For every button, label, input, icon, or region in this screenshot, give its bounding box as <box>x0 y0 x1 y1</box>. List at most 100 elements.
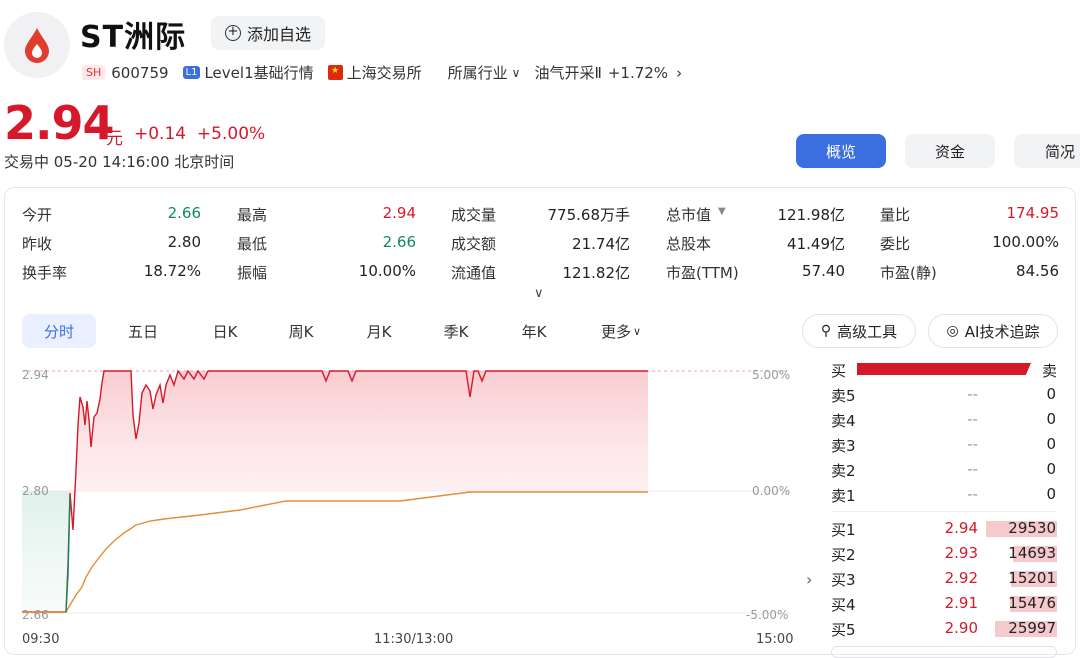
stat-value: 174.95 <box>1006 204 1060 222</box>
ask-price: -- <box>967 385 978 403</box>
bid-label: 买3 <box>831 571 856 589</box>
intraday-chart[interactable] <box>0 355 800 655</box>
stat-label: 换手率 <box>22 264 68 282</box>
x-label-end: 15:00 <box>756 632 794 647</box>
y-label-bottom: 2.66 <box>22 608 49 622</box>
stat-value: 2.94 <box>382 204 416 222</box>
y-label-mid: 2.80 <box>22 484 49 498</box>
change-value: +0.14 <box>134 124 187 144</box>
ask-volume: 0 <box>1046 485 1056 503</box>
bid-price: 2.92 <box>944 569 978 587</box>
tab-funds[interactable]: 资金 <box>905 134 995 168</box>
stat-value: 57.40 <box>802 262 845 280</box>
advanced-tools-button[interactable]: ⚲ 高级工具 <box>802 314 916 348</box>
stat-label: 量比 <box>880 206 911 224</box>
pct-label-top: 5.00% <box>752 368 791 382</box>
chevron-down-icon: ∨ <box>632 324 642 338</box>
tab-profile[interactable]: 简况 <box>1014 134 1080 168</box>
oil-drop-icon <box>25 28 49 63</box>
stat-value: 775.68万手 <box>547 206 631 224</box>
industry-change: +1.72% <box>607 63 669 82</box>
ask-price: -- <box>967 410 978 428</box>
stat-label: 成交量 <box>451 206 497 224</box>
tab-year-k[interactable]: 年K <box>499 314 569 348</box>
bid-volume: 29530 <box>1008 519 1056 537</box>
ask-price: -- <box>967 460 978 478</box>
chevron-right-icon[interactable]: › <box>676 64 682 82</box>
stat-value: 2.66 <box>167 204 201 222</box>
industry-name[interactable]: 油气开采Ⅱ <box>534 62 601 83</box>
ask-label: 卖2 <box>831 462 856 480</box>
tools-icon: ⚲ <box>820 323 832 339</box>
more-label: 更多 <box>600 322 631 341</box>
caret-down-icon[interactable]: ▼ <box>718 206 726 217</box>
ask-volume: 0 <box>1046 435 1056 453</box>
ask-volume: 0 <box>1046 385 1056 403</box>
current-price: 2.94 <box>4 96 114 150</box>
stat-value: 121.82亿 <box>562 264 631 282</box>
bid-label: 买4 <box>831 596 856 614</box>
add-watchlist-label: 添加自选 <box>246 25 311 44</box>
price-unit: 元 <box>106 129 123 149</box>
stock-code: 600759 <box>111 63 169 82</box>
bid-volume: 25997 <box>1008 619 1056 637</box>
more-trades-button[interactable] <box>831 646 1057 658</box>
pct-label-mid: 0.00% <box>752 484 791 498</box>
ask-volume: 0 <box>1046 410 1056 428</box>
ask-label: 卖1 <box>831 487 856 505</box>
chevron-right-icon[interactable]: › <box>806 570 812 589</box>
bid-volume: 14693 <box>1008 544 1056 562</box>
change-pct: +5.00% <box>196 124 266 144</box>
level-tag: L1 <box>182 66 201 79</box>
stat-label: 市盈(静) <box>880 264 937 282</box>
bid-label: 买1 <box>831 521 856 539</box>
advanced-tools-label: 高级工具 <box>837 322 898 341</box>
stat-label: 最高 <box>237 206 268 224</box>
x-label-start: 09:30 <box>22 632 60 647</box>
bid-price: 2.90 <box>944 619 978 637</box>
stock-meta: SH 600759 L1 Level1基础行情 ★ 上海交易所 所属行业 ∨ 油… <box>82 62 682 83</box>
ai-tracking-button[interactable]: ◎ AI技术追踪 <box>928 314 1058 348</box>
sell-label: 卖 <box>1042 362 1058 380</box>
stat-label: 流通值 <box>451 264 497 282</box>
stat-value: 100.00% <box>992 233 1059 251</box>
tab-intraday[interactable]: 分时 <box>22 314 96 348</box>
stat-value: 121.98亿 <box>777 206 846 224</box>
bid-volume: 15476 <box>1008 594 1056 612</box>
exchange-tag: SH <box>82 65 106 80</box>
stat-value: 18.72% <box>143 262 201 280</box>
tab-day-k[interactable]: 日K <box>190 314 260 348</box>
add-watchlist-button[interactable]: + 添加自选 <box>211 16 325 50</box>
ai-tracking-label: AI技术追踪 <box>964 322 1040 341</box>
bid-label: 买2 <box>831 546 856 564</box>
buy-sell-ratio-bar <box>857 363 1031 375</box>
chevron-down-icon[interactable]: ∨ <box>512 66 521 80</box>
tab-quarter-k[interactable]: 季K <box>421 314 491 348</box>
price-change: +0.14 +5.00% <box>134 124 265 144</box>
expand-chevron-icon[interactable]: ∨ <box>534 286 544 301</box>
stat-value: 21.74亿 <box>572 235 630 253</box>
ask-label: 卖3 <box>831 437 856 455</box>
tab-more[interactable]: 更多 ∨ <box>585 314 657 348</box>
tab-week-k[interactable]: 周K <box>266 314 336 348</box>
plus-circle-icon: + <box>224 25 241 41</box>
bid-price: 2.91 <box>944 594 978 612</box>
stock-logo <box>4 12 70 78</box>
stat-label: 总市值 <box>666 206 712 224</box>
china-flag-icon: ★ <box>327 65 343 80</box>
buy-label: 买 <box>831 362 847 380</box>
tab-month-k[interactable]: 月K <box>344 314 414 348</box>
pct-label-bottom: -5.00% <box>746 608 789 622</box>
stat-label: 最低 <box>237 235 268 253</box>
market-label: 上海交易所 <box>346 64 422 82</box>
tab-five-day[interactable]: 五日 <box>108 314 178 348</box>
ask-label: 卖4 <box>831 412 856 430</box>
tab-overview[interactable]: 概览 <box>796 134 886 168</box>
industry-label[interactable]: 所属行业 <box>448 62 508 83</box>
stat-label: 昨收 <box>22 235 53 253</box>
level-label: Level1基础行情 <box>204 64 314 82</box>
avg-price-line <box>22 491 648 613</box>
stat-value: 41.49亿 <box>787 235 845 253</box>
stat-label: 振幅 <box>237 264 268 282</box>
trade-status: 交易中 05-20 14:16:00 北京时间 <box>4 153 235 171</box>
